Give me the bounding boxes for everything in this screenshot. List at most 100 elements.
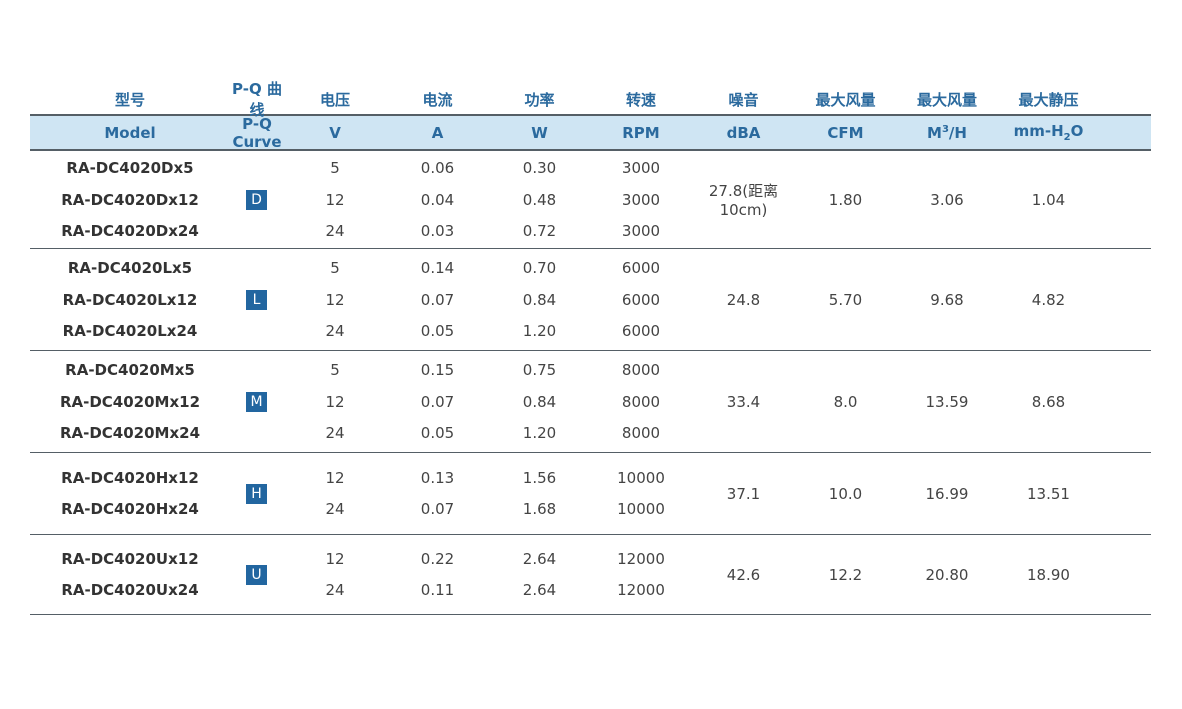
power-cell: 0.84 xyxy=(522,392,557,411)
power-cell: 1.20 xyxy=(522,322,557,340)
group-d: RA-DC4020Dx5 5 0.06 0.30 3000 RA-DC4020D… xyxy=(30,151,1151,249)
model-cell: RA-DC4020Mx12 xyxy=(59,392,201,411)
voltage-cell: 12 xyxy=(325,392,345,411)
voltage-cell: 5 xyxy=(330,259,340,277)
header-row-english: Model P-Q Curve V A W RPM dBA CFM M3/H m… xyxy=(30,114,1151,151)
group-rows: RA-DC4020Lx5 5 0.14 0.70 6000 RA-DC4020L… xyxy=(30,249,692,350)
pressure-cell: 13.51 xyxy=(1027,484,1070,503)
rpm-cell: 12000 xyxy=(617,581,665,600)
noise-cell: 33.4 xyxy=(726,392,761,411)
current-cell: 0.07 xyxy=(420,290,455,309)
pq-curve-badge-u[interactable]: U xyxy=(246,564,267,585)
current-cell: 0.14 xyxy=(420,259,455,277)
header-m3h-cn: 最大风量 xyxy=(916,90,977,109)
model-cell: RA-DC4020Lx24 xyxy=(62,322,198,340)
mmh2o-suffix: O xyxy=(1070,122,1084,140)
group-m: RA-DC4020Mx5 5 0.15 0.75 8000 RA-DC4020M… xyxy=(30,351,1151,453)
header-power-en: W xyxy=(531,123,548,142)
m3h-cell: 20.80 xyxy=(925,565,969,584)
noise-cell: 37.1 xyxy=(726,484,761,503)
m3h-cell: 9.68 xyxy=(930,290,964,309)
cfm-cell: 5.70 xyxy=(828,290,863,309)
pressure-cell: 18.90 xyxy=(1027,565,1070,584)
current-cell: 0.15 xyxy=(420,361,455,379)
pressure-cell: 4.82 xyxy=(1031,290,1066,309)
current-cell: 0.13 xyxy=(420,468,455,487)
voltage-cell: 12 xyxy=(325,190,345,209)
power-cell: 2.64 xyxy=(522,581,557,600)
header-power-cn: 功率 xyxy=(524,90,555,109)
header-noise-en: dBA xyxy=(726,123,761,142)
voltage-cell: 5 xyxy=(330,159,340,177)
group-rows: RA-DC4020Dx5 5 0.06 0.30 3000 RA-DC4020D… xyxy=(30,151,692,248)
voltage-cell: 12 xyxy=(325,549,345,568)
model-cell: RA-DC4020Lx5 xyxy=(67,259,193,277)
group-u: RA-DC4020Ux12 12 0.22 2.64 12000 RA-DC40… xyxy=(30,535,1151,615)
group-h: RA-DC4020Hx12 12 0.13 1.56 10000 RA-DC40… xyxy=(30,453,1151,535)
group-shared-values: 24.8 5.70 9.68 4.82 xyxy=(692,249,1099,350)
cfm-cell: 8.0 xyxy=(833,392,858,411)
header-row-chinese: 型号 P-Q 曲线 电压 电流 功率 转速 噪音 最大风量 最大风量 最大静压 xyxy=(30,80,1151,119)
rpm-cell: 10000 xyxy=(617,468,665,487)
rpm-cell: 10000 xyxy=(617,500,665,519)
group-l: RA-DC4020Lx5 5 0.14 0.70 6000 RA-DC4020L… xyxy=(30,249,1151,351)
model-cell: RA-DC4020Lx12 xyxy=(62,290,198,309)
power-cell: 1.20 xyxy=(522,424,557,442)
model-cell: RA-DC4020Dx5 xyxy=(66,159,194,177)
cfm-cell: 12.2 xyxy=(828,565,863,584)
current-cell: 0.22 xyxy=(420,549,455,568)
table-row: RA-DC4020Dx12 12 0.04 0.48 3000 xyxy=(30,184,692,216)
power-cell: 0.75 xyxy=(522,361,557,379)
current-cell: 0.07 xyxy=(420,500,455,519)
rpm-cell: 6000 xyxy=(621,290,661,309)
pressure-cell: 1.04 xyxy=(1031,190,1066,209)
power-cell: 1.68 xyxy=(522,500,557,519)
group-shared-values: 37.1 10.0 16.99 13.51 xyxy=(692,453,1099,534)
header-model-en: Model xyxy=(104,123,156,142)
pq-curve-badge-h[interactable]: H xyxy=(246,483,267,504)
header-cfm-en: CFM xyxy=(827,123,864,142)
cfm-cell: 1.80 xyxy=(828,190,863,209)
m3h-cell: 3.06 xyxy=(930,190,964,209)
spec-table: 型号 P-Q 曲线 电压 电流 功率 转速 噪音 最大风量 最大风量 最大静压 … xyxy=(30,80,1151,615)
rpm-cell: 8000 xyxy=(621,424,661,442)
current-cell: 0.11 xyxy=(420,581,455,600)
group-rows: RA-DC4020Mx5 5 0.15 0.75 8000 RA-DC4020M… xyxy=(30,351,692,452)
mmh2o-prefix: mm-H xyxy=(1013,122,1064,140)
power-cell: 0.48 xyxy=(522,190,557,209)
header-current-cn: 电流 xyxy=(422,90,453,109)
header-voltage-en: V xyxy=(329,123,341,142)
voltage-cell: 12 xyxy=(325,468,345,487)
header-cfm-cn: 最大风量 xyxy=(815,90,876,109)
noise-cell: 42.6 xyxy=(726,565,761,584)
current-cell: 0.05 xyxy=(420,322,455,340)
m3h-cell: 13.59 xyxy=(925,392,969,411)
power-cell: 0.84 xyxy=(522,290,557,309)
voltage-cell: 5 xyxy=(330,361,340,379)
pq-curve-badge-d[interactable]: D xyxy=(246,189,267,210)
power-cell: 0.70 xyxy=(522,259,557,277)
voltage-cell: 24 xyxy=(325,500,345,519)
rpm-cell: 6000 xyxy=(621,259,661,277)
group-shared-values: 33.4 8.0 13.59 8.68 xyxy=(692,351,1099,452)
voltage-cell: 24 xyxy=(325,222,345,240)
rpm-cell: 8000 xyxy=(621,392,661,411)
pq-curve-badge-l[interactable]: L xyxy=(246,289,267,310)
model-cell: RA-DC4020Dx24 xyxy=(61,222,199,240)
header-model-cn: 型号 xyxy=(114,90,145,109)
header-speed-cn: 转速 xyxy=(625,90,656,109)
voltage-cell: 12 xyxy=(325,290,345,309)
power-cell: 0.72 xyxy=(522,222,557,240)
voltage-cell: 24 xyxy=(325,424,345,442)
group-rows: RA-DC4020Hx12 12 0.13 1.56 10000 RA-DC40… xyxy=(30,453,692,534)
noise-cell: 27.8(距离10cm) xyxy=(708,182,779,219)
rpm-cell: 12000 xyxy=(617,549,665,568)
m3h-suffix: /H xyxy=(948,123,967,142)
table-row: RA-DC4020Dx24 24 0.03 0.72 3000 xyxy=(30,215,692,247)
pq-curve-badge-m[interactable]: M xyxy=(246,391,267,412)
pressure-cell: 8.68 xyxy=(1031,392,1066,411)
rpm-cell: 3000 xyxy=(621,190,661,209)
power-cell: 1.56 xyxy=(522,468,557,487)
model-cell: RA-DC4020Ux24 xyxy=(61,581,199,600)
rpm-cell: 3000 xyxy=(621,159,661,177)
